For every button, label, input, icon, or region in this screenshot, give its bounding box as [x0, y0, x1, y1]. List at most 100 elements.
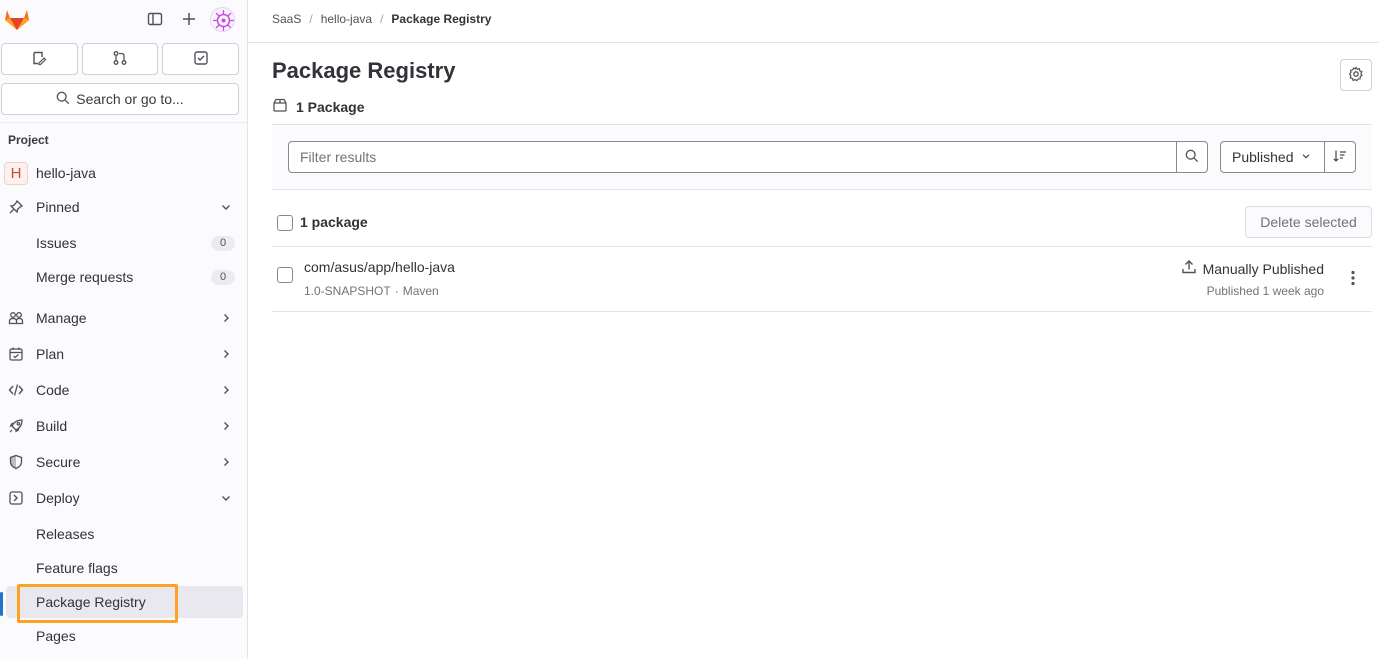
sort-dropdown[interactable]: Published	[1220, 141, 1325, 173]
upload-icon	[1181, 259, 1197, 278]
page-title: Package Registry	[272, 58, 456, 83]
thumbtack-icon	[8, 199, 24, 215]
package-count-label: 1 Package	[296, 98, 365, 115]
sidebar-item-label: Secure	[36, 454, 81, 470]
merge-request-icon	[112, 50, 128, 69]
filter-search-button[interactable]	[1176, 141, 1208, 173]
filter-bar: Published	[272, 124, 1372, 190]
sidebar-item-releases[interactable]: Releases	[0, 519, 247, 549]
sidebar-item-merge-requests[interactable]: Merge requests 0	[0, 262, 247, 292]
chevron-right-icon	[219, 347, 233, 361]
chevron-right-icon	[219, 311, 233, 325]
sidebar-item-label: Code	[36, 382, 70, 398]
plus-icon[interactable]	[178, 8, 200, 30]
merge-requests-button[interactable]	[81, 43, 159, 75]
sidebar-item-secure[interactable]: Secure	[0, 447, 247, 477]
sidebar-item-label: Deploy	[36, 490, 80, 506]
sidebar-panel-icon[interactable]	[144, 8, 166, 30]
filter-input[interactable]	[288, 141, 1177, 173]
sidebar-item-manage[interactable]: Manage	[0, 303, 247, 333]
quick-actions	[1, 43, 240, 75]
table-row: com/asus/app/hello-java 1.0-SNAPSHOT · M…	[272, 247, 1372, 312]
search-button-label: Search or go to...	[76, 91, 184, 107]
sidebar-item-build[interactable]: Build	[0, 411, 247, 441]
sidebar-item-plan[interactable]: Plan	[0, 339, 247, 369]
chevron-down-icon	[219, 491, 233, 505]
settings-button[interactable]	[1340, 59, 1372, 91]
sidebar-item-label: Pinned	[36, 199, 80, 215]
search-icon	[1185, 149, 1199, 166]
main-content: SaaS / hello-java / Package Registry Pac…	[248, 0, 1379, 659]
search-button[interactable]: Search or go to...	[1, 83, 239, 115]
sidebar-item-deploy[interactable]: Deploy	[0, 483, 247, 513]
sidebar-item-feature-flags[interactable]: Feature flags	[0, 553, 247, 583]
sidebar-item-pages[interactable]: Pages	[0, 621, 247, 651]
sort-lowest-icon	[1332, 148, 1348, 167]
package-list-count: 1 package	[300, 214, 368, 230]
sidebar-item-code[interactable]: Code	[0, 375, 247, 405]
rocket-icon	[8, 418, 24, 434]
gitlab-tanuki-icon[interactable]	[4, 7, 30, 31]
sidebar-item-issues[interactable]: Issues 0	[0, 228, 247, 258]
meta-separator: ·	[394, 284, 399, 298]
sidebar-topbar	[0, 0, 247, 38]
code-icon	[8, 382, 24, 398]
breadcrumb-separator: /	[309, 12, 313, 26]
sidebar-item-label: Build	[36, 418, 68, 434]
sidebar-item-label: Merge requests	[36, 269, 134, 285]
user-avatar[interactable]	[210, 7, 235, 32]
sort-dropdown-label: Published	[1232, 149, 1294, 165]
chevron-down-icon	[219, 200, 233, 214]
package-type: Maven	[402, 284, 439, 298]
select-all-checkbox[interactable]	[277, 215, 293, 231]
highlight-annotation	[17, 584, 178, 623]
deployments-icon	[8, 490, 24, 506]
package-checkbox[interactable]	[277, 267, 293, 283]
package-version: 1.0-SNAPSHOT	[304, 284, 391, 298]
project-avatar: H	[4, 162, 28, 185]
breadcrumb-item-project[interactable]: hello-java	[321, 12, 372, 26]
header-divider	[248, 42, 1379, 43]
sidebar-item-label: Plan	[36, 346, 65, 362]
breadcrumb-item-current[interactable]: Package Registry	[391, 12, 491, 26]
chevron-right-icon	[219, 383, 233, 397]
package-actions-button[interactable]	[1345, 267, 1361, 291]
breadcrumb: SaaS / hello-java / Package Registry	[272, 12, 491, 26]
search-icon	[56, 91, 70, 108]
package-count: 1 Package	[272, 97, 365, 116]
package-name-link[interactable]: com/asus/app/hello-java	[304, 259, 455, 275]
publish-time: Published 1 week ago	[1206, 284, 1324, 298]
todos-button[interactable]	[162, 43, 240, 75]
package-meta: 1.0-SNAPSHOT · Maven	[304, 284, 439, 298]
shield-icon	[8, 454, 24, 470]
sidebar: Search or go to... Project H hello-java …	[0, 0, 248, 659]
merge-requests-count-badge: 0	[211, 270, 235, 285]
project-name: hello-java	[36, 165, 96, 181]
sidebar-item-label: Manage	[36, 310, 87, 326]
calendar-icon	[8, 346, 24, 362]
sidebar-item-label: Feature flags	[36, 560, 118, 576]
users-icon	[8, 310, 24, 326]
issues-count-badge: 0	[211, 236, 235, 251]
chevron-down-icon	[1300, 149, 1312, 165]
sidebar-divider	[0, 122, 247, 123]
assigned-issues-button[interactable]	[1, 43, 78, 75]
section-label: Project	[8, 133, 49, 147]
chevron-right-icon	[219, 455, 233, 469]
chevron-right-icon	[219, 419, 233, 433]
project-link[interactable]: H hello-java	[0, 158, 247, 188]
todo-icon	[193, 50, 209, 69]
delete-selected-button[interactable]: Delete selected	[1245, 206, 1372, 238]
publish-status: Manually Published	[1181, 259, 1324, 278]
sidebar-item-label: Pages	[36, 628, 76, 644]
breadcrumb-separator: /	[380, 12, 384, 26]
publish-status-label: Manually Published	[1202, 260, 1324, 277]
ellipsis-v-icon	[1351, 270, 1355, 289]
sidebar-item-label: Releases	[36, 526, 95, 542]
package-icon	[272, 97, 288, 116]
issues-icon	[31, 50, 47, 69]
package-list-header: 1 package Delete selected	[272, 205, 1372, 247]
sort-direction-button[interactable]	[1324, 141, 1356, 173]
sidebar-item-pinned[interactable]: Pinned	[0, 192, 247, 222]
breadcrumb-item-saas[interactable]: SaaS	[272, 12, 301, 26]
